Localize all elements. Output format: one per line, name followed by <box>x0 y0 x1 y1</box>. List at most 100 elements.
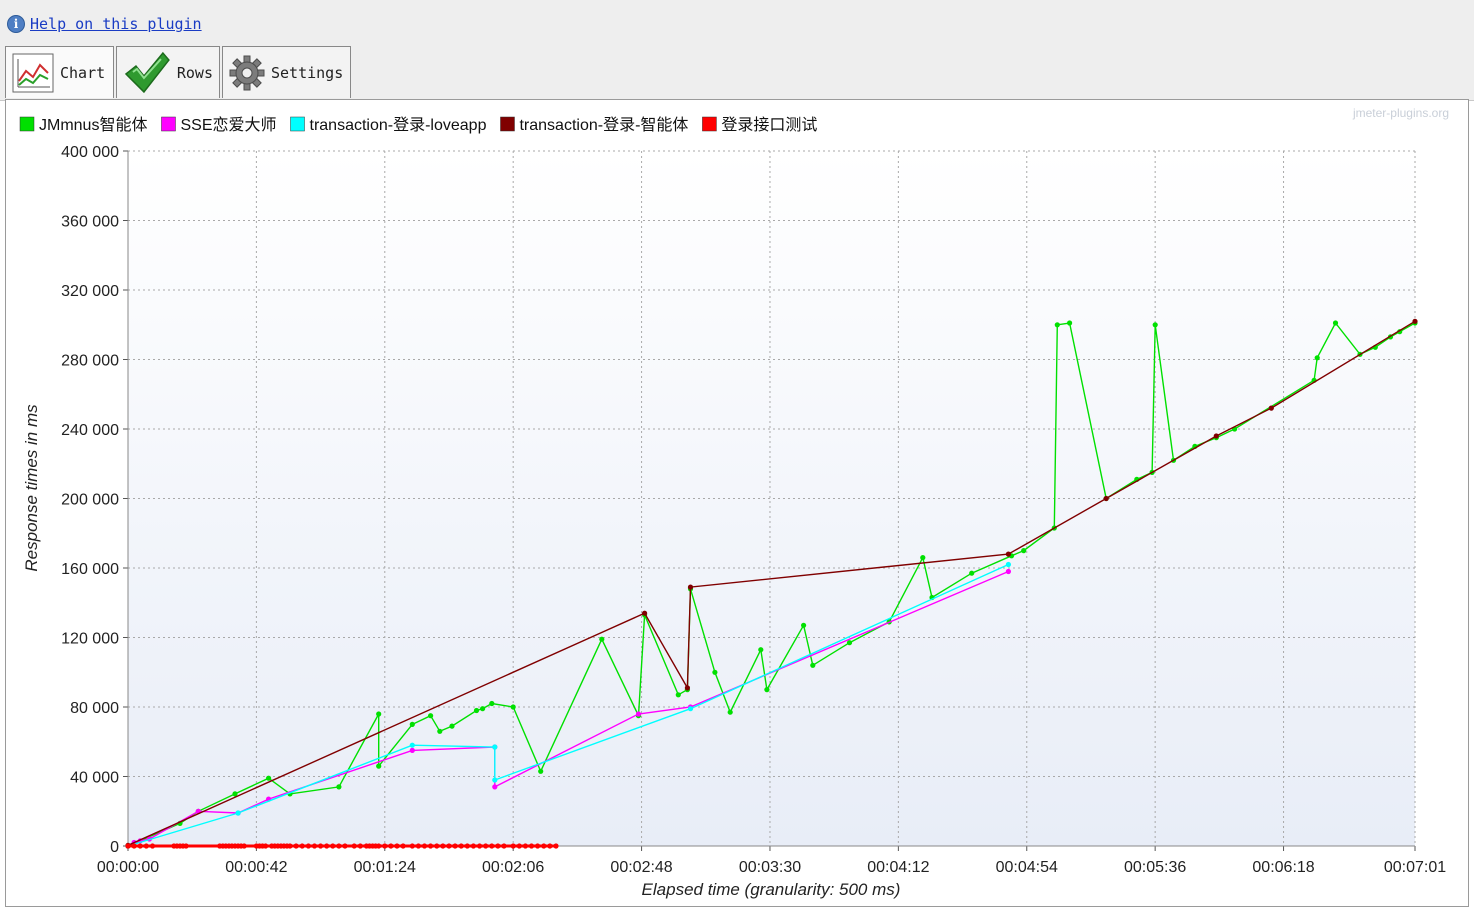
x-tick-label: 00:04:12 <box>867 859 929 876</box>
data-point <box>675 692 681 698</box>
data-point <box>311 843 318 849</box>
data-point <box>687 706 694 712</box>
legend-swatch <box>702 116 717 132</box>
data-point <box>470 843 476 849</box>
data-point <box>421 843 428 849</box>
data-point <box>376 711 382 717</box>
data-point <box>510 843 516 849</box>
y-tick-label: 280 000 <box>61 353 119 370</box>
data-point <box>263 843 269 849</box>
data-point <box>446 843 452 849</box>
y-tick-label: 360 000 <box>61 214 119 231</box>
response-times-chart: 0 40 000 80 000 120 000 160 000 200 000 240 00… <box>19 106 1449 899</box>
legend-label: JMmnus智能体 <box>39 116 147 134</box>
data-point <box>1332 320 1339 326</box>
data-point <box>428 843 434 849</box>
data-point <box>299 843 305 849</box>
data-point <box>1152 322 1158 328</box>
watermark: jmeter-plugins.org <box>1352 106 1449 120</box>
data-point <box>541 843 547 849</box>
x-tick-label: 00:02:06 <box>482 859 544 876</box>
data-point <box>969 570 975 576</box>
data-point <box>351 843 357 849</box>
data-point <box>501 843 507 849</box>
line-chart-icon <box>12 53 54 92</box>
data-point <box>801 622 807 628</box>
data-point <box>376 763 382 769</box>
data-point <box>1268 405 1274 411</box>
data-point <box>599 636 605 642</box>
legend-item: JMmnus智能体 <box>19 116 147 134</box>
data-point <box>149 843 156 849</box>
y-tick-label: 80 000 <box>70 700 119 717</box>
data-point <box>1412 318 1418 324</box>
data-point <box>241 843 247 849</box>
help-link-row[interactable]: i Help on this plugin <box>7 13 202 35</box>
data-point <box>642 610 648 616</box>
data-point <box>492 744 498 750</box>
tab-chart-label: Chart <box>60 63 106 82</box>
tab-rows[interactable]: Rows <box>116 46 220 98</box>
tab-rows-label: Rows <box>176 63 213 82</box>
top-toolbar: i Help on this plugin Chart Rows Setting… <box>0 0 1474 101</box>
data-point <box>409 843 415 849</box>
data-point <box>437 728 443 734</box>
data-point <box>137 843 143 849</box>
data-point <box>492 777 498 783</box>
y-tick-label: 40 000 <box>70 770 119 787</box>
help-link[interactable]: Help on this plugin <box>30 15 202 33</box>
x-tick-label: 00:04:54 <box>996 859 1058 876</box>
data-point <box>522 843 529 849</box>
data-point <box>388 843 394 849</box>
data-point <box>376 843 382 849</box>
data-point <box>483 843 489 849</box>
data-point <box>687 584 694 590</box>
data-point <box>535 843 541 849</box>
legend-swatch <box>161 116 176 132</box>
data-point <box>510 704 516 710</box>
data-point <box>342 843 348 849</box>
legend-item: SSE恋爱大师 <box>161 115 277 134</box>
y-tick-label: 0 <box>110 839 119 856</box>
legend-swatch <box>290 116 305 132</box>
y-tick-label: 160 000 <box>61 561 119 578</box>
data-point <box>330 843 336 849</box>
legend-item: transaction-登录-智能体 <box>500 116 688 134</box>
data-point <box>409 742 415 748</box>
data-point <box>336 784 342 790</box>
data-point <box>764 687 770 693</box>
data-point <box>1005 551 1012 557</box>
data-point <box>920 555 926 561</box>
x-tick-label: 00:00:42 <box>225 859 287 876</box>
data-point <box>727 709 733 715</box>
data-point <box>458 843 464 849</box>
data-point <box>810 662 816 668</box>
data-point <box>293 843 299 849</box>
data-point <box>409 747 415 754</box>
data-point <box>1067 320 1073 326</box>
data-point <box>846 640 853 646</box>
legend-label: transaction-登录-loveapp <box>310 116 487 134</box>
data-point <box>1314 355 1320 361</box>
chart-panel: 0 40 000 80 000 120 000 160 000 200 000 240 00… <box>5 99 1469 907</box>
data-point <box>1054 322 1060 328</box>
x-tick-label: 00:01:24 <box>354 859 416 876</box>
tab-bar: Chart Rows Settings <box>5 46 353 100</box>
data-point <box>415 843 421 849</box>
data-point <box>492 784 498 790</box>
x-tick-label: 00:06:18 <box>1252 859 1314 876</box>
data-point <box>449 723 455 729</box>
tab-settings[interactable]: Settings <box>222 46 351 98</box>
data-point <box>125 843 131 849</box>
legend: JMmnus智能体 SSE恋爱大师 transaction-登录-loveapp tr… <box>19 115 817 134</box>
data-point <box>489 700 495 707</box>
tab-chart[interactable]: Chart <box>5 46 114 98</box>
data-point <box>357 843 363 849</box>
legend-item: transaction-登录-loveapp <box>290 116 487 134</box>
y-tick-label: 200 000 <box>61 492 119 509</box>
data-point <box>287 843 293 849</box>
data-point <box>336 843 342 849</box>
data-point <box>528 843 535 849</box>
legend-label: 登录接口测试 <box>721 116 817 134</box>
data-point <box>305 843 311 849</box>
